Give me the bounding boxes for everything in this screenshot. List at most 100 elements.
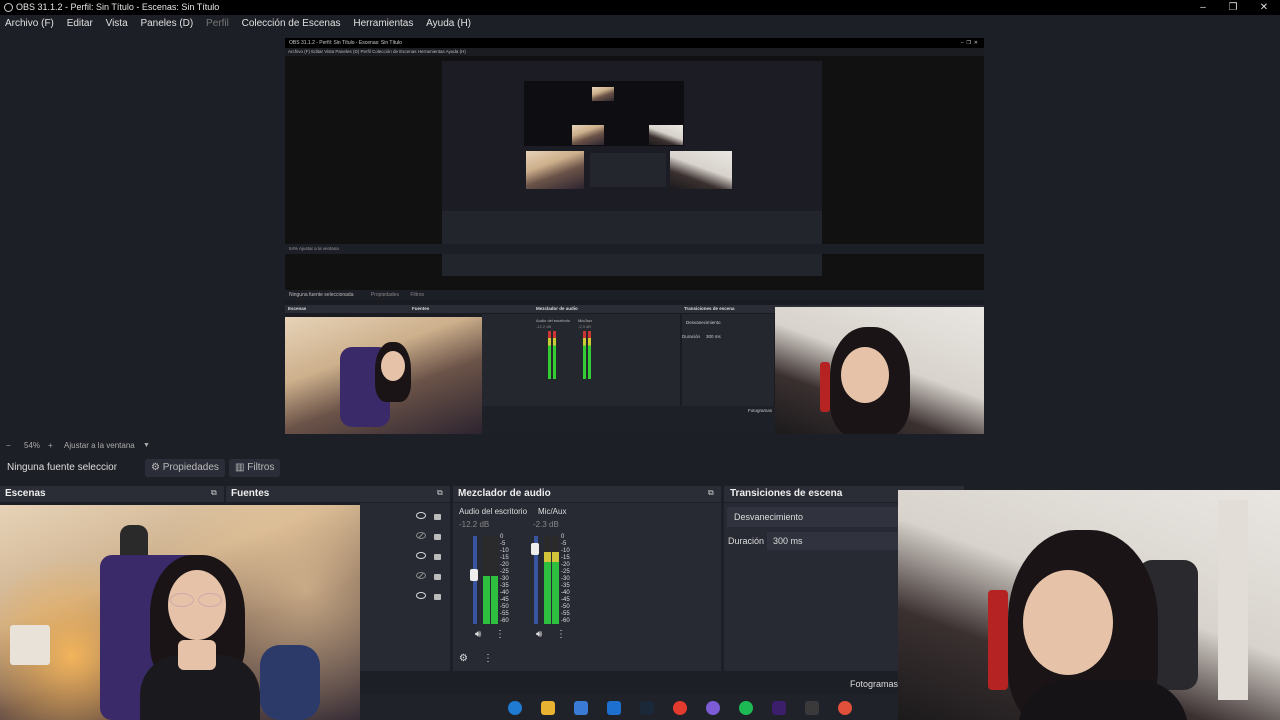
db-tick: -60 [561,618,570,624]
db-tick: -20 [500,562,509,568]
status-bar: Fotogramas [360,674,900,694]
source-row[interactable] [360,549,450,565]
store-icon[interactable] [574,701,588,715]
nested-transitions: Desvanecimiento Duración 300 ms [682,314,774,406]
advanced-audio-icon[interactable]: ⚙ [459,653,468,664]
menu-vista[interactable]: Vista [106,18,128,29]
menu-editar[interactable]: Editar [67,18,93,29]
zoom-bar: − 54% + Ajustar a la ventana ▼ [0,438,1280,453]
source-toolbar: Ninguna fuente seleccionada ⚙ Propiedade… [0,456,1280,480]
dock-undock-icon[interactable]: ⧉ [437,488,443,498]
volume-slider-mic[interactable] [531,536,539,624]
db-tick: -20 [561,562,570,568]
chrome-icon[interactable] [673,701,687,715]
db-tick: -50 [500,604,509,610]
dock-undock-icon[interactable]: ⧉ [708,488,714,498]
sources-title: Fuentes [231,488,270,499]
db-tick: -10 [561,548,570,554]
db-tick: -35 [500,583,509,589]
discord-icon[interactable] [706,701,720,715]
zoom-dropdown-icon[interactable]: ▼ [143,438,150,453]
db-tick: -5 [500,541,506,547]
source-row[interactable] [360,529,450,545]
db-tick: -55 [561,611,570,617]
premiere-icon[interactable] [772,701,786,715]
channel-name-desktop: Audio del escritorio [459,507,527,516]
menu-archivo[interactable]: Archivo (F) [5,18,54,29]
volume-handle-desktop[interactable] [470,569,478,581]
menu-herramientas[interactable]: Herramientas [353,18,413,29]
db-tick: -55 [500,611,509,617]
zoom-value: 54% [24,441,41,450]
mixer-menu-icon[interactable]: ⋮ [483,653,493,664]
source-row[interactable] [360,509,450,525]
frames-label: Fotogramas [850,679,899,689]
zoom-out-button[interactable]: − [6,438,11,453]
meter-level [544,551,551,624]
menu-paneles[interactable]: Paneles (D) [140,18,193,29]
filters-button[interactable]: ▥ Filtros [229,459,281,477]
nested-preview: 54% Ajustar a la ventana [285,56,984,293]
deepest-preview [524,81,684,146]
file-explorer-icon[interactable] [541,701,555,715]
nested-zoombar: 54% Ajustar a la ventana [285,244,984,254]
meter-level [483,575,490,624]
source-row[interactable] [360,569,450,585]
outlook-icon[interactable] [607,701,621,715]
channel-db-desktop: -12.2 dB [459,520,490,529]
zoom-in-button[interactable]: + [48,438,53,453]
preview-canvas[interactable]: OBS 31.1.2 - Perfil: Sin Título - Escena… [285,38,984,434]
db-tick: -10 [500,548,509,554]
duration-label: Duración [728,536,765,546]
db-tick: -25 [561,569,570,575]
db-tick: -30 [561,576,570,582]
dock-undock-icon[interactable]: ⧉ [211,488,217,498]
volume-slider-desktop[interactable] [470,536,478,624]
db-tick: -5 [561,541,567,547]
nested-source-toolbar: Ninguna fuente seleccionada Propiedades … [285,290,984,300]
menu-ayuda[interactable]: Ayuda (H) [426,18,471,29]
restore-button[interactable]: ❐ [1218,0,1248,15]
db-tick: -15 [500,555,509,561]
speaker-icon[interactable]: 🔊︎ [475,629,481,640]
source-row[interactable] [360,589,450,605]
kebab-menu-icon[interactable]: ⋮ [495,629,505,640]
title-bar: OBS 31.1.2 - Perfil: Sin Título - Escena… [0,0,1280,15]
obs-app-icon [4,3,13,12]
close-button[interactable]: ✕ [1249,0,1279,15]
filter-icon: ▥ [235,462,245,473]
channel-name-mic: Mic/Aux [538,507,567,516]
kebab-menu-icon[interactable]: ⋮ [556,629,566,640]
obs-icon[interactable] [805,701,819,715]
db-tick: -15 [561,555,570,561]
channel-db-mic: -2.3 dB [533,520,559,529]
transition-select[interactable]: Desvanecimiento [727,507,898,527]
sources-dock-header: Fuentes ⧉ [226,486,450,502]
db-tick: -30 [500,576,509,582]
spotify-icon[interactable] [739,701,753,715]
duration-input[interactable]: 300 ms [767,532,898,550]
davinci-icon[interactable] [838,701,852,715]
steam-icon[interactable] [640,701,654,715]
db-tick: -50 [561,604,570,610]
minimize-button[interactable]: – [1188,0,1218,15]
gear-icon: ⚙ [151,462,160,473]
db-tick: -25 [500,569,509,575]
nested-docks: Audio del escritorio Mic/Aux -12.2 dB -2… [482,314,680,406]
taskbar [360,694,900,720]
menu-coleccion[interactable]: Colección de Escenas [242,18,341,29]
edge-icon[interactable] [508,701,522,715]
audio-mixer: Audio del escritorio Mic/Aux -12.2 dB -2… [453,503,721,671]
db-tick: -45 [500,597,509,603]
meter-desktop-right [491,536,498,624]
menu-perfil[interactable]: Perfil [206,18,229,29]
fit-to-window-button[interactable]: Ajustar a la ventana [64,438,135,453]
webcam-right [898,490,1280,720]
properties-button[interactable]: ⚙ Propiedades [145,459,225,477]
speaker-icon[interactable]: 🔊︎ [536,629,542,640]
mixer-dock-header: Mezclador de audio ⧉ [453,486,721,502]
db-tick: -60 [500,618,509,624]
sources-list [360,503,450,671]
nested-title-bar: OBS 31.1.2 - Perfil: Sin Título - Escena… [285,38,984,48]
volume-handle-mic[interactable] [531,543,539,555]
